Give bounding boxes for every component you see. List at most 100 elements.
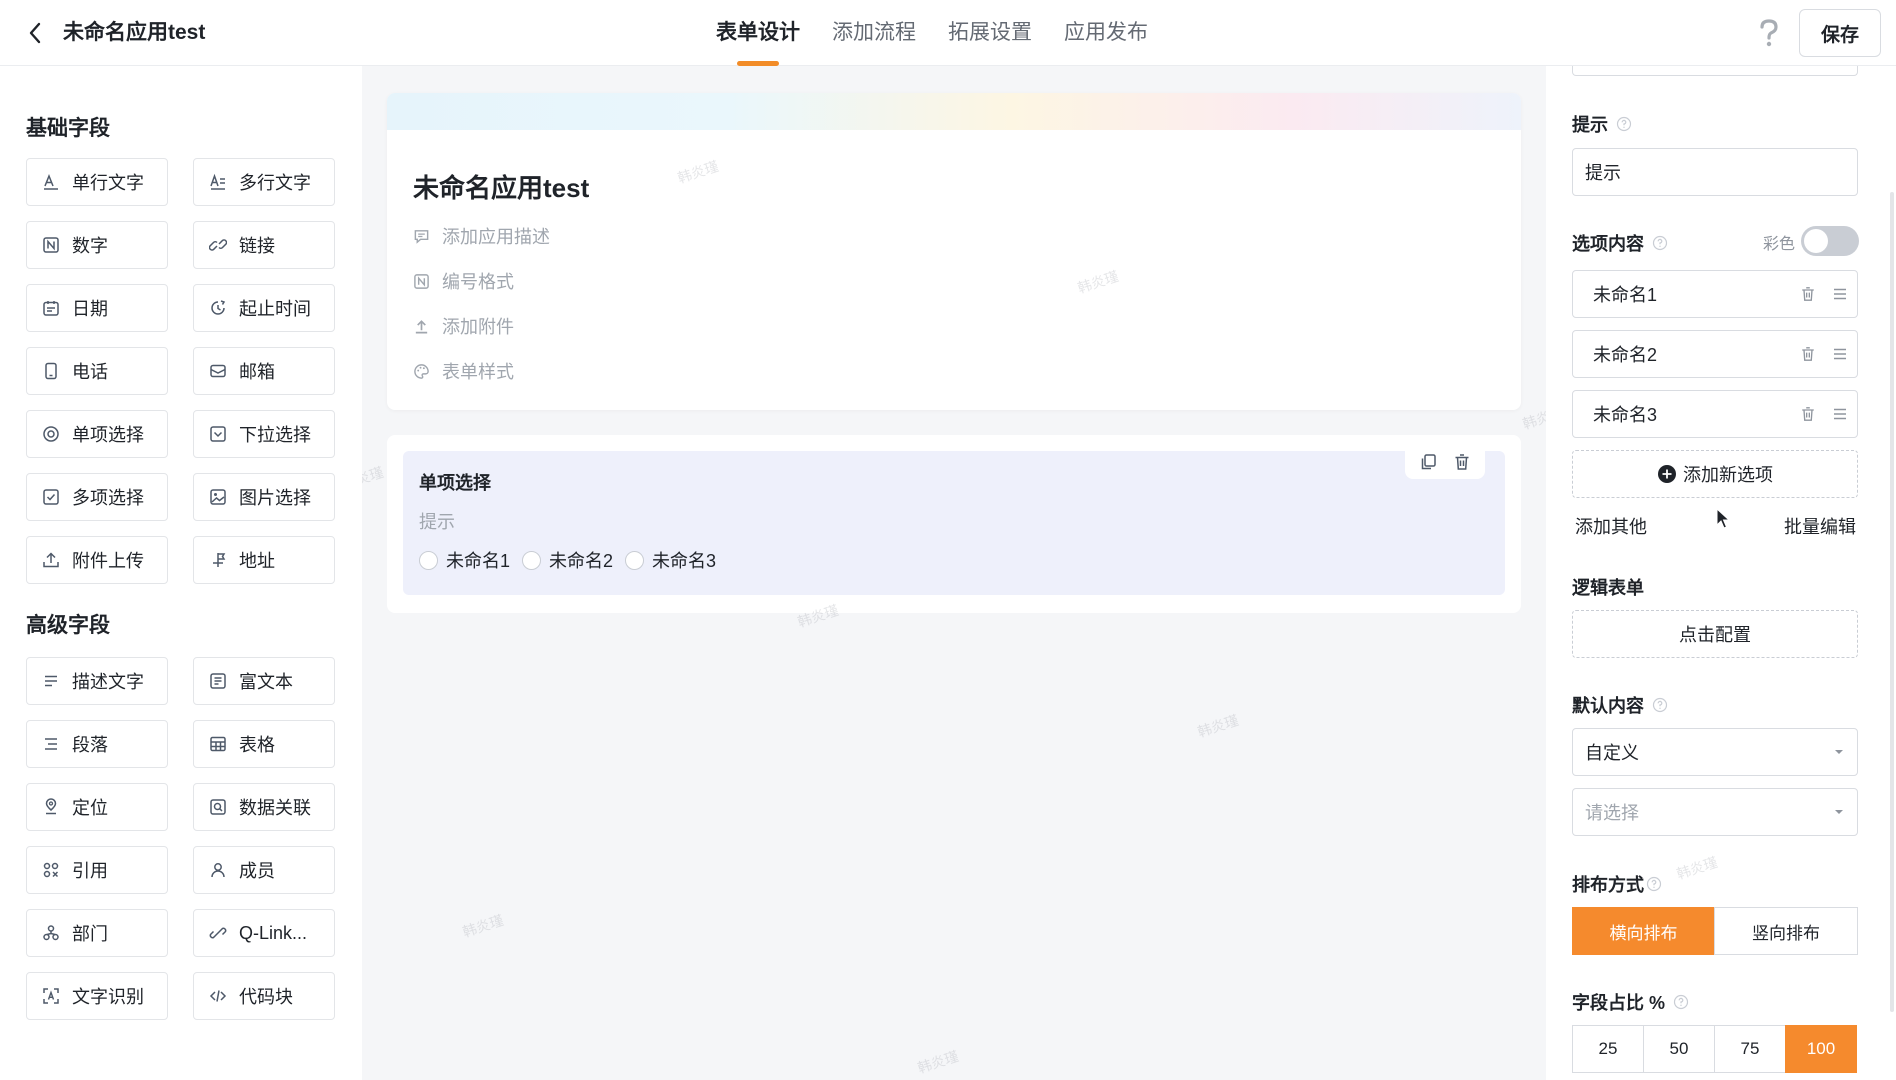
radio-option-3[interactable]: 未命名3 <box>625 547 716 573</box>
title-input-bottom[interactable] <box>1572 66 1858 76</box>
copy-field-button[interactable] <box>1411 447 1445 477</box>
layout-horizontal-button[interactable]: 横向排布 <box>1572 907 1715 955</box>
width-50-button[interactable]: 50 <box>1643 1025 1715 1073</box>
field-label: 引用 <box>72 861 108 881</box>
option-text[interactable]: 未命名1 <box>1593 281 1793 307</box>
field-label: 描述文字 <box>72 672 144 692</box>
drag-handle-icon <box>1834 408 1846 420</box>
drag-handle[interactable] <box>1825 339 1855 369</box>
width-ratio-segmented: 25 50 75 100 <box>1572 1025 1857 1073</box>
field-multi-line-text[interactable]: 多行文字 <box>193 158 335 206</box>
colorful-toggle[interactable] <box>1801 226 1859 256</box>
ocr-icon <box>43 988 59 1004</box>
back-button[interactable] <box>22 18 48 48</box>
drag-handle[interactable] <box>1825 399 1855 429</box>
data-link-icon <box>210 799 226 815</box>
mail-icon <box>210 364 226 378</box>
field-dropdown[interactable]: 下拉选择 <box>193 410 335 458</box>
field-number[interactable]: 数字 <box>26 221 168 269</box>
add-description-link[interactable]: 添加应用描述 <box>413 223 550 249</box>
field-label: Q-Link... <box>239 922 308 943</box>
delete-option-button[interactable] <box>1793 279 1823 309</box>
field-data-link[interactable]: 数据关联 <box>193 783 335 831</box>
field-paragraph[interactable]: 段落 <box>26 720 168 768</box>
tab-add-flow[interactable]: 添加流程 <box>832 0 916 66</box>
field-label: 链接 <box>239 236 275 256</box>
calendar-icon <box>43 301 59 316</box>
add-other-link[interactable]: 添加其他 <box>1575 513 1647 539</box>
default-value-select[interactable]: 请选择 <box>1572 788 1858 836</box>
field-mail[interactable]: 邮箱 <box>193 347 335 395</box>
default-mode-select[interactable]: 自定义 <box>1572 728 1858 776</box>
field-table[interactable]: 表格 <box>193 720 335 768</box>
field-label: 成员 <box>239 861 275 881</box>
field-code-block[interactable]: 代码块 <box>193 972 335 1020</box>
drag-handle[interactable] <box>1825 279 1855 309</box>
question-circle-icon[interactable] <box>1673 994 1689 1010</box>
field-single-line-text[interactable]: 单行文字 <box>26 158 168 206</box>
number-format-link[interactable]: 编号格式 <box>413 268 514 294</box>
field-radio[interactable]: 单项选择 <box>26 410 168 458</box>
field-address[interactable]: 地址 <box>193 536 335 584</box>
width-100-button[interactable]: 100 <box>1785 1025 1857 1073</box>
field-reference[interactable]: 引用 <box>26 846 168 894</box>
delete-field-button[interactable] <box>1445 447 1479 477</box>
delete-option-button[interactable] <box>1793 339 1823 369</box>
tab-app-publish[interactable]: 应用发布 <box>1064 0 1148 66</box>
app-title: 未命名应用test <box>63 21 206 44</box>
field-date[interactable]: 日期 <box>26 284 168 332</box>
option-text[interactable]: 未命名2 <box>1593 341 1793 367</box>
hint-label: 提示 <box>1572 111 1632 137</box>
question-circle-icon[interactable] <box>1652 697 1668 713</box>
info-item-label: 添加附件 <box>442 317 514 337</box>
options-label: 选项内容 <box>1572 230 1668 256</box>
hint-input[interactable] <box>1572 148 1858 196</box>
field-image-select[interactable]: 图片选择 <box>193 473 335 521</box>
field-location[interactable]: 定位 <box>26 783 168 831</box>
save-button[interactable]: 保存 <box>1799 9 1881 57</box>
watermark: 韩炎瑾 <box>362 463 386 493</box>
radio-option-2[interactable]: 未命名2 <box>522 547 613 573</box>
width-75-button[interactable]: 75 <box>1714 1025 1786 1073</box>
dropdown-icon <box>210 426 226 442</box>
question-circle-icon[interactable] <box>1646 876 1662 892</box>
field-upload[interactable]: 附件上传 <box>26 536 168 584</box>
field-q-link[interactable]: Q-Link... <box>193 909 335 957</box>
multi-line-text-icon <box>210 173 225 190</box>
add-attachment-link[interactable]: 添加附件 <box>413 313 514 339</box>
help-button[interactable] <box>1753 16 1785 50</box>
field-member[interactable]: 成员 <box>193 846 335 894</box>
width-25-button[interactable]: 25 <box>1572 1025 1644 1073</box>
radio-option-1[interactable]: 未命名1 <box>419 547 510 573</box>
palette-icon <box>414 363 429 379</box>
form-style-link[interactable]: 表单样式 <box>413 358 514 384</box>
form-title[interactable]: 未命名应用test <box>413 168 589 205</box>
add-option-button[interactable]: 添加新选项 <box>1572 450 1858 498</box>
tab-form-design[interactable]: 表单设计 <box>716 0 800 66</box>
question-circle-icon[interactable] <box>1616 116 1632 132</box>
batch-edit-link[interactable]: 批量编辑 <box>1784 513 1856 539</box>
field-label: 地址 <box>239 551 275 571</box>
field-phone[interactable]: 电话 <box>26 347 168 395</box>
panel-scrollbar[interactable] <box>1890 192 1894 1012</box>
drag-handle-icon <box>1834 288 1846 300</box>
delete-option-button[interactable] <box>1793 399 1823 429</box>
field-department[interactable]: 部门 <box>26 909 168 957</box>
tab-extension-settings[interactable]: 拓展设置 <box>948 0 1032 66</box>
watermark: 韩炎瑾 <box>1520 403 1546 433</box>
logic-config-button[interactable]: 点击配置 <box>1572 610 1858 658</box>
field-description[interactable]: 描述文字 <box>26 657 168 705</box>
layout-vertical-button[interactable]: 竖向排布 <box>1714 907 1858 955</box>
form-info-card: 未命名应用test 添加应用描述 编号格式 添加附件 表单样式 <box>387 93 1521 410</box>
field-checkbox[interactable]: 多项选择 <box>26 473 168 521</box>
field-time-range[interactable]: 起止时间 <box>193 284 335 332</box>
default-content-label: 默认内容 <box>1572 692 1668 718</box>
field-label: 定位 <box>72 798 108 818</box>
field-ocr[interactable]: 文字识别 <box>26 972 168 1020</box>
field-label: 多行文字 <box>239 173 311 193</box>
field-rich-text[interactable]: 富文本 <box>193 657 335 705</box>
field-link[interactable]: 链接 <box>193 221 335 269</box>
question-circle-icon[interactable] <box>1652 235 1668 251</box>
selected-radio-field[interactable]: 单项选择 提示 未命名1 未命名2 未命名3 <box>403 445 1505 595</box>
option-text[interactable]: 未命名3 <box>1593 401 1793 427</box>
